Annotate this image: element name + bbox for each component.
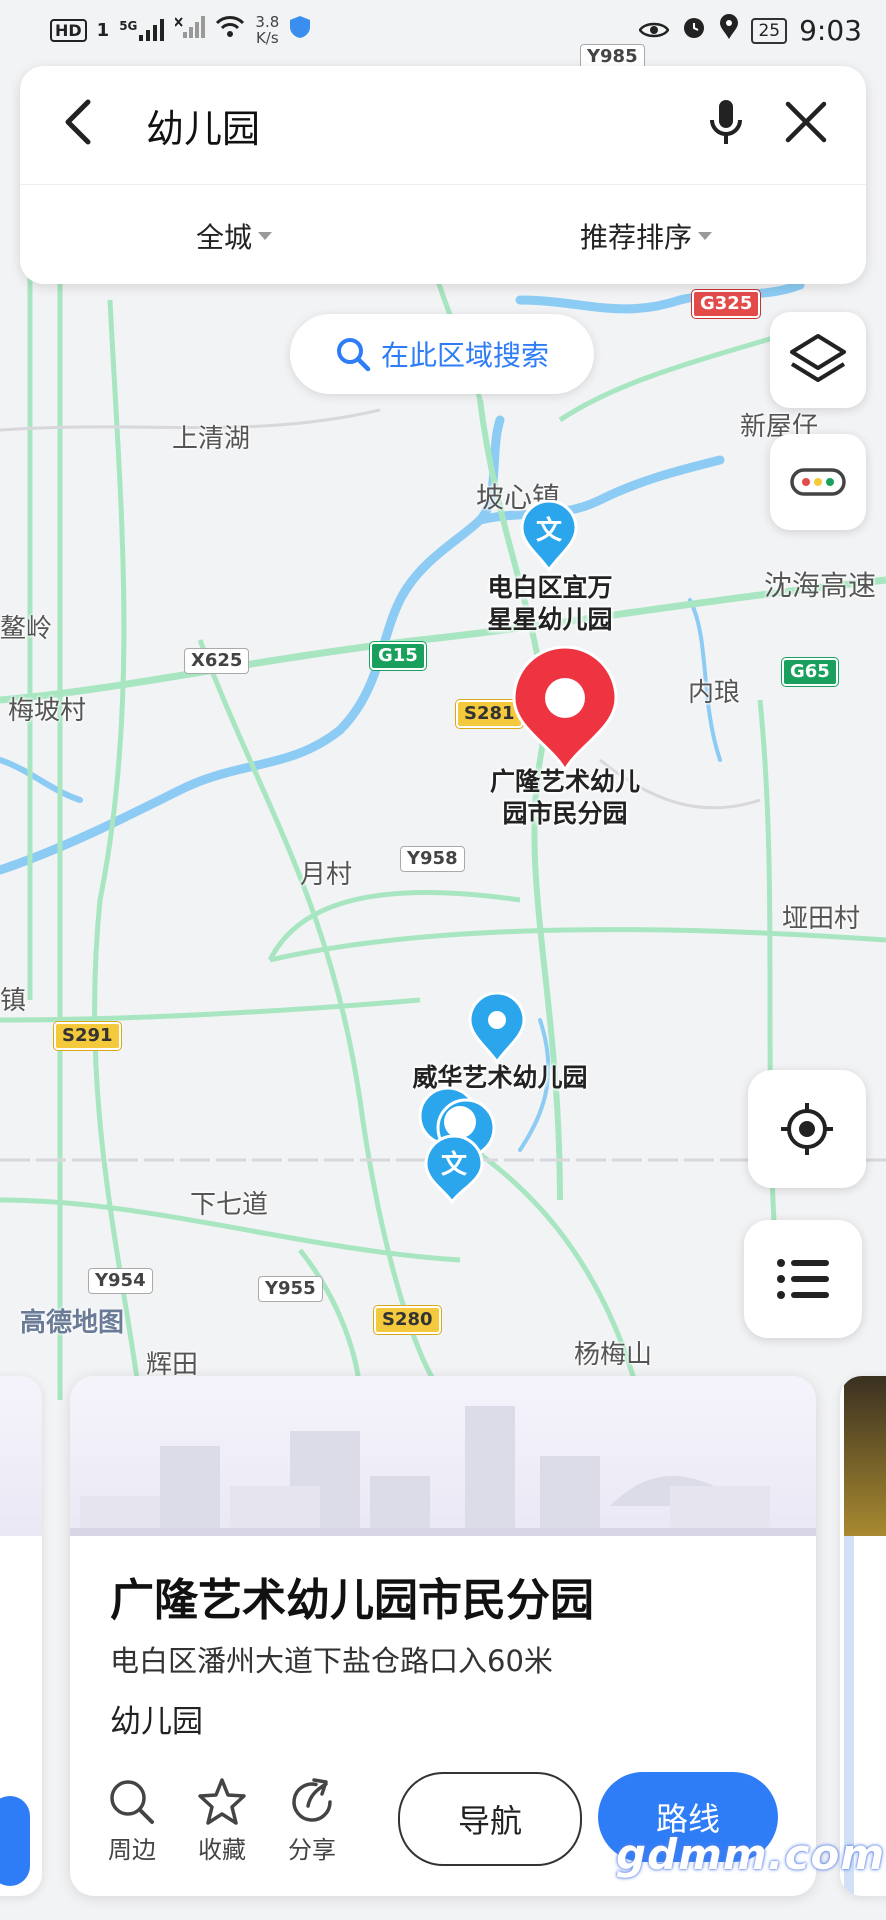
search-bar: 幼儿园 xyxy=(20,66,866,184)
poi-marker-weihua[interactable] xyxy=(468,991,526,1065)
share-icon xyxy=(292,1778,332,1822)
previous-result-card[interactable] xyxy=(0,1376,42,1896)
hd-badge: HD xyxy=(50,18,87,42)
search-this-area-label: 在此区域搜索 xyxy=(380,339,549,372)
chevron-left-icon xyxy=(65,99,91,145)
road-shield-y954: Y954 xyxy=(88,1268,153,1294)
star-icon xyxy=(198,1778,246,1825)
caret-down-icon xyxy=(258,232,273,240)
road-shield-y955: Y955 xyxy=(258,1276,323,1302)
eye-icon xyxy=(638,14,670,47)
city-illustration xyxy=(70,1406,816,1536)
selected-marker[interactable] xyxy=(510,645,620,774)
map-label-shenhai-highway: 沈海高速 xyxy=(764,569,877,602)
map-label-meipocun: 梅坡村 xyxy=(8,696,87,726)
map-layers-button[interactable] xyxy=(770,312,866,408)
sim-indicator: 1 xyxy=(96,19,110,41)
map-label-yatiancun: 垭田村 xyxy=(782,904,861,934)
back-button[interactable] xyxy=(50,92,110,152)
signal-5g-icon: 5G xyxy=(119,19,165,41)
map-label-aoling: 鳌岭 xyxy=(0,614,53,644)
kindergarten-glyph: 文 xyxy=(440,1150,467,1180)
divider xyxy=(20,184,866,185)
watermark: gdmm.com xyxy=(616,1830,886,1879)
location-icon xyxy=(719,14,739,47)
poi-label-yiwan: 电白区宜万 星星幼儿园 xyxy=(487,573,613,634)
list-icon xyxy=(777,1259,829,1299)
selected-marker-label: 广隆艺术幼儿 园市民分园 xyxy=(489,767,640,828)
favorite-button[interactable]: 收藏 xyxy=(186,1774,258,1865)
my-location-button[interactable] xyxy=(748,1070,866,1188)
result-card[interactable]: 广隆艺术幼儿园市民分园 电白区潘州大道下盐仓路口入60米 幼儿园 周边 收藏 分… xyxy=(70,1376,816,1896)
map-label-shangqinghu: 上清湖 xyxy=(172,424,251,454)
kindergarten-glyph: 文 xyxy=(535,516,562,546)
signal-no-service-icon xyxy=(174,16,206,44)
traffic-icon xyxy=(790,468,846,496)
result-list-button[interactable] xyxy=(744,1220,862,1338)
map-label-xiaqidao: 下七道 xyxy=(190,1190,269,1220)
place-title: 广隆艺术幼儿园市民分园 xyxy=(110,1575,594,1626)
clock: 9:03 xyxy=(799,14,862,47)
nearby-label: 周边 xyxy=(108,1836,156,1864)
nearby-button[interactable]: 周边 xyxy=(96,1774,168,1865)
traffic-button[interactable] xyxy=(770,434,866,530)
poi-pin-icon xyxy=(468,991,526,1065)
road-shield-g15: G15 xyxy=(370,642,426,670)
place-address: 电白区潘州大道下盐仓路口入60米 xyxy=(110,1644,553,1678)
status-bar: HD 1 5G 3.8 K/s 25 9:03 xyxy=(0,0,886,64)
road-shield-g65: G65 xyxy=(782,658,838,686)
close-icon xyxy=(785,101,827,143)
caret-down-icon xyxy=(698,232,713,240)
road-shield-x625: X625 xyxy=(184,648,250,674)
clear-search-button[interactable] xyxy=(776,92,836,152)
road-shield-s291: S291 xyxy=(54,1022,121,1050)
poi-cluster-marker[interactable]: 文 xyxy=(412,1086,502,1205)
road-shield-s280: S280 xyxy=(374,1306,441,1334)
locate-icon xyxy=(781,1103,833,1155)
road-shield-g325: G325 xyxy=(692,290,761,318)
filter-city-dropdown[interactable]: 全城 xyxy=(196,216,273,256)
poi-marker-yiwan[interactable]: 文 xyxy=(520,499,578,573)
selected-pin-icon xyxy=(512,645,618,774)
place-category: 幼儿园 xyxy=(110,1704,203,1740)
road-shield-y958: Y958 xyxy=(400,846,465,872)
battery-icon: 25 xyxy=(751,17,788,44)
search-card: 幼儿园 全城 推荐排序 xyxy=(20,66,866,284)
share-button[interactable]: 分享 xyxy=(276,1774,348,1865)
alarm-icon xyxy=(681,14,707,47)
search-this-area-button[interactable]: 在此区域搜索 xyxy=(290,314,594,394)
map-label-neilang: 内琅 xyxy=(688,678,741,708)
favorite-label: 收藏 xyxy=(198,1836,246,1864)
share-label: 分享 xyxy=(288,1836,336,1864)
network-speed: 3.8 K/s xyxy=(255,13,280,47)
filter-city-label: 全城 xyxy=(196,221,253,254)
search-icon xyxy=(336,338,371,372)
map-label-zhen: 镇 xyxy=(0,986,27,1016)
next-result-card[interactable] xyxy=(840,1376,886,1896)
voice-search-button[interactable] xyxy=(696,92,756,152)
search-icon xyxy=(110,1780,154,1824)
map-label-yangmeishan: 杨梅山 xyxy=(574,1340,653,1370)
shield-icon xyxy=(289,15,311,45)
microphone-icon xyxy=(710,100,742,144)
amap-logo: 高德地图 xyxy=(20,1308,125,1338)
layers-icon xyxy=(790,334,846,382)
map-label-yuecun: 月村 xyxy=(300,860,353,890)
search-input[interactable]: 幼儿园 xyxy=(146,98,260,153)
card-banner-illustration xyxy=(70,1376,816,1536)
navigate-button[interactable]: 导航 xyxy=(398,1772,582,1866)
navigate-label: 导航 xyxy=(457,1802,522,1840)
filter-sort-dropdown[interactable]: 推荐排序 xyxy=(580,216,713,256)
filter-sort-label: 推荐排序 xyxy=(580,221,693,254)
wifi-icon xyxy=(215,15,245,45)
